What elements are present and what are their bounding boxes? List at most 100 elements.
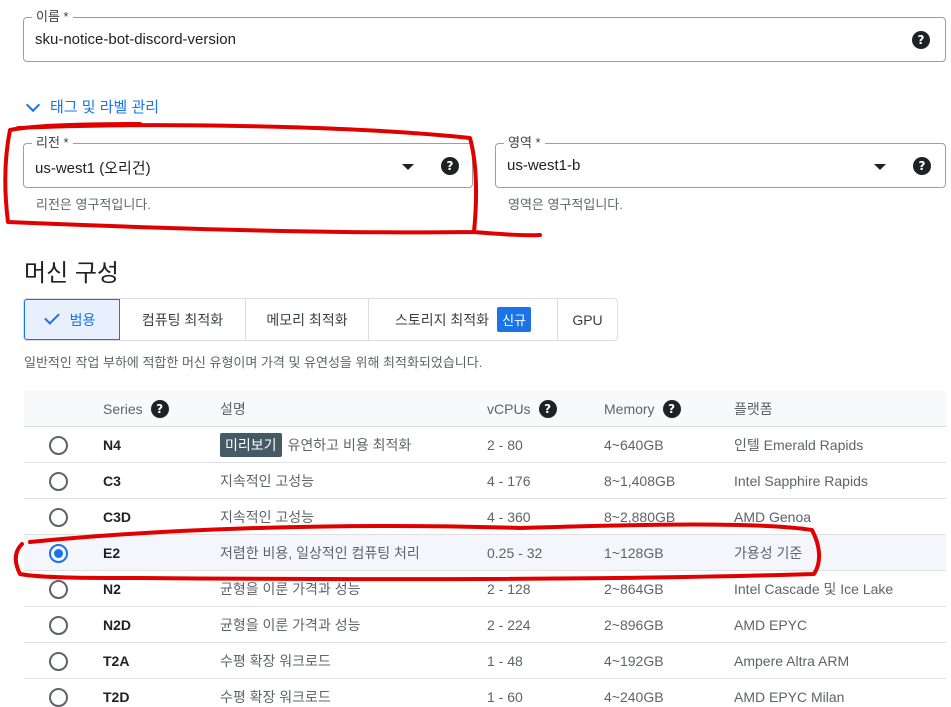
region-value: us-west1 (오리건) (35, 160, 151, 177)
header-memory: Memory ? (604, 391, 681, 427)
header-series: Series ? (103, 391, 169, 427)
header-description: 설명 (220, 391, 246, 427)
header-vcpus: vCPUs ? (487, 391, 557, 427)
zone-select[interactable]: 영역 * us-west1-b ? (495, 135, 946, 188)
series-memory: 2~864GB (604, 581, 664, 597)
tab-storage-optimized[interactable]: 스토리지 최적화 신규 (369, 299, 558, 340)
series-description: 수평 확장 워크로드 (220, 643, 331, 679)
table-row[interactable]: T2A 수평 확장 워크로드 1 - 48 4~192GB Ampere Altra A… (24, 643, 946, 679)
tags-labels-label: 태그 및 라벨 관리 (50, 99, 160, 116)
series-platform: 인텔 Emerald Rapids (734, 437, 864, 453)
series-name: C3D (103, 509, 132, 525)
series-description-text: 수평 확장 워크로드 (220, 653, 331, 669)
series-memory: 2~896GB (604, 617, 664, 633)
series-vcpus: 1 - 60 (487, 689, 523, 705)
table-row[interactable]: T2D 수평 확장 워크로드 1 - 60 4~240GB AMD EPYC Milan (24, 679, 946, 707)
series-name: N2D (103, 617, 132, 633)
series-description-text: 지속적인 고성능 (220, 473, 315, 489)
series-description: 균형을 이룬 가격과 성능 (220, 571, 360, 607)
series-description: 지속적인 고성능 (220, 499, 314, 535)
series-description-text: 저렴한 비용, 일상적인 컴퓨팅 처리 (220, 545, 420, 561)
series-vcpus: 0.25 - 32 (487, 545, 543, 561)
series-radio[interactable] (49, 652, 68, 671)
header-label: 플랫폼 (734, 401, 773, 417)
caret-down-icon[interactable] (402, 164, 414, 170)
series-platform: AMD EPYC (734, 617, 808, 633)
series-platform: Intel Cascade 및 Ice Lake (734, 581, 894, 597)
series-radio[interactable] (49, 472, 68, 491)
series-platform: 가용성 기준 (734, 545, 803, 561)
tab-label: 컴퓨팅 최적화 (141, 311, 224, 328)
name-field-value: sku-notice-bot-discord-version (35, 31, 236, 48)
series-name: E2 (103, 545, 121, 561)
series-description-text: 균형을 이룬 가격과 성능 (220, 581, 361, 597)
zone-value: us-west1-b (507, 157, 581, 174)
series-description-text: 지속적인 고성능 (220, 509, 315, 525)
tab-label: 메모리 최적화 (266, 311, 348, 328)
series-description-text: 균형을 이룬 가격과 성능 (220, 617, 361, 633)
table-row[interactable]: N2D 균형을 이룬 가격과 성능 2 - 224 2~896GB AMD EPYC (24, 607, 946, 643)
series-radio[interactable] (49, 616, 68, 635)
table-header: Series ? 설명 vCPUs ? Memory ? 플랫폼 (24, 391, 946, 427)
table-row[interactable]: N2 균형을 이룬 가격과 성능 2 - 128 2~864GB Intel Casca… (24, 571, 946, 607)
series-platform: AMD EPYC Milan (734, 689, 845, 705)
name-field[interactable]: 이름 * sku-notice-bot-discord-version ? (23, 9, 946, 62)
series-memory: 8~2,880GB (604, 509, 676, 525)
series-platform: Intel Sapphire Rapids (734, 473, 868, 489)
series-memory: 4~240GB (604, 689, 664, 705)
series-description-text: 유연하고 비용 최적화 (287, 437, 412, 453)
table-row[interactable]: E2 저렴한 비용, 일상적인 컴퓨팅 처리 0.25 - 32 1~128GB 가용성… (24, 535, 946, 571)
help-circle-icon[interactable]: ? (150, 400, 169, 418)
region-select[interactable]: 리전 * us-west1 (오리건) ? (23, 135, 473, 188)
series-description: 지속적인 고성능 (220, 463, 314, 499)
series-vcpus: 2 - 128 (487, 581, 531, 597)
series-description: 균형을 이룬 가격과 성능 (220, 607, 360, 643)
series-name: N4 (103, 437, 121, 453)
series-radio[interactable] (49, 508, 68, 527)
table-row[interactable]: C3D 지속적인 고성능 4 - 360 8~2,880GB AMD Genoa (24, 499, 946, 535)
series-radio[interactable] (49, 544, 68, 563)
tags-labels-toggle[interactable]: 태그 및 라벨 관리 (25, 96, 160, 117)
series-name: N2 (103, 581, 121, 597)
new-badge: 신규 (497, 307, 531, 332)
zone-hint: 영역은 영구적입니다. (508, 197, 623, 212)
series-memory: 1~128GB (604, 545, 664, 561)
check-icon (43, 309, 60, 325)
table-row[interactable]: C3 지속적인 고성능 4 - 176 8~1,408GB Intel Sapphire… (24, 463, 946, 499)
series-name: T2A (103, 653, 130, 669)
tab-general-purpose[interactable]: 범용 (24, 299, 120, 340)
header-platform: 플랫폼 (734, 391, 773, 427)
machine-series-table: Series ? 설명 vCPUs ? Memory ? 플랫폼 N4 미리보기 유… (24, 391, 946, 707)
series-radio[interactable] (49, 436, 68, 455)
help-circle-icon[interactable]: ? (662, 400, 681, 418)
tab-gpu[interactable]: GPU (558, 299, 617, 340)
header-label: Series (103, 401, 143, 417)
table-body: N4 미리보기 유연하고 비용 최적화 2 - 80 4~640GB 인텔 Emerald… (24, 427, 946, 707)
table-row[interactable]: N4 미리보기 유연하고 비용 최적화 2 - 80 4~640GB 인텔 Emerald… (24, 427, 946, 463)
machine-family-tabs: 범용 컴퓨팅 최적화 메모리 최적화 스토리지 최적화 신규 GPU (23, 298, 618, 341)
help-circle-icon[interactable]: ? (913, 157, 931, 175)
help-circle-icon[interactable]: ? (441, 157, 459, 175)
series-description: 저렴한 비용, 일상적인 컴퓨팅 처리 (220, 535, 420, 571)
region-label: 리전 * (32, 135, 73, 151)
zone-label: 영역 * (504, 135, 545, 151)
series-vcpus: 1 - 48 (487, 653, 523, 669)
help-circle-icon[interactable]: ? (912, 31, 930, 49)
series-platform: Ampere Altra ARM (734, 653, 850, 669)
tab-compute-optimized[interactable]: 컴퓨팅 최적화 (120, 299, 246, 340)
series-radio[interactable] (49, 688, 68, 707)
series-memory: 4~192GB (604, 653, 664, 669)
series-vcpus: 2 - 224 (487, 617, 531, 633)
help-circle-icon[interactable]: ? (538, 400, 557, 418)
series-platform: AMD Genoa (734, 509, 812, 525)
series-vcpus: 4 - 176 (487, 473, 531, 489)
name-field-label: 이름 * (32, 9, 73, 25)
series-radio[interactable] (49, 580, 68, 599)
caret-down-icon[interactable] (874, 164, 886, 170)
tab-label: GPU (572, 311, 603, 328)
tab-memory-optimized[interactable]: 메모리 최적화 (246, 299, 369, 340)
header-label: 설명 (220, 401, 246, 417)
machine-family-description: 일반적인 작업 부하에 적합한 머신 유형이며 가격 및 유연성을 위해 최적화… (24, 355, 483, 370)
header-label: vCPUs (487, 401, 531, 417)
tab-label: 스토리지 최적화 (395, 311, 490, 328)
